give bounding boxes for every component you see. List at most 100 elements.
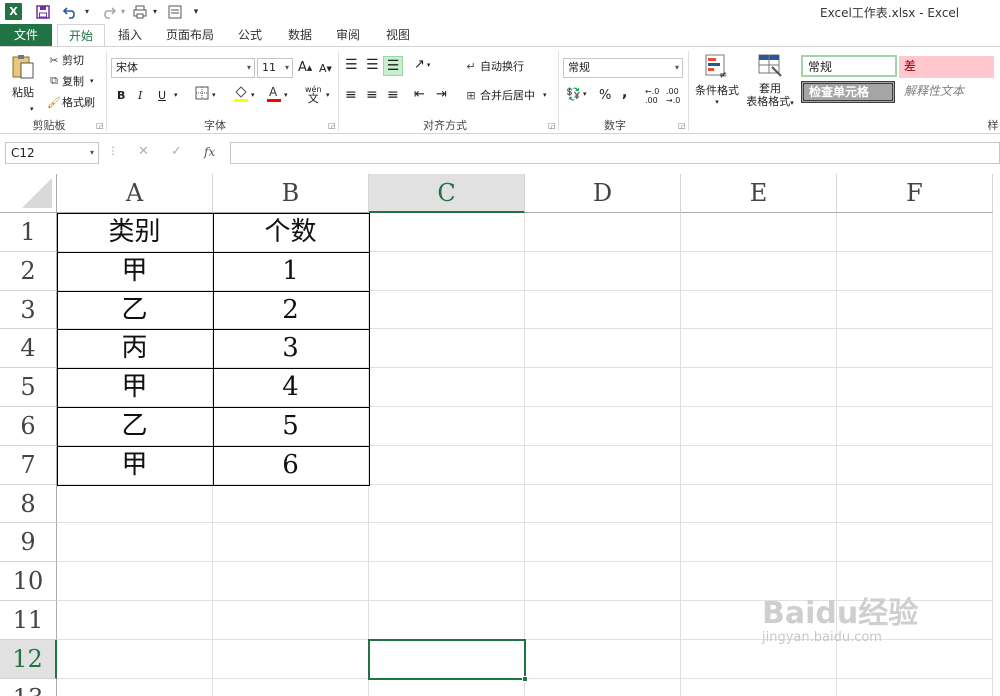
cell-c9[interactable] xyxy=(369,523,525,563)
cell-d8[interactable] xyxy=(525,484,681,524)
align-top-button[interactable]: ☰ xyxy=(345,57,358,73)
cell-f12[interactable] xyxy=(837,639,993,679)
number-launcher-icon[interactable]: ◲ xyxy=(678,121,686,130)
row-header-1[interactable]: 1 xyxy=(0,213,57,252)
select-all-button[interactable] xyxy=(0,174,57,213)
merge-center-button[interactable]: ⊞ 合并后居中 ▾ xyxy=(462,87,546,103)
tab-home[interactable]: 开始 xyxy=(57,24,105,46)
tab-insert[interactable]: 插入 xyxy=(110,24,150,46)
cell-f6[interactable] xyxy=(837,407,993,446)
alignment-launcher-icon[interactable]: ◲ xyxy=(548,121,556,130)
cell-e6[interactable] xyxy=(681,407,837,446)
cell-b12[interactable] xyxy=(213,639,369,679)
cell-e12[interactable] xyxy=(681,639,837,679)
grow-font-button[interactable]: A ▲ xyxy=(298,60,312,75)
cell-b9[interactable] xyxy=(213,523,369,563)
copy-dropdown-icon[interactable]: ▾ xyxy=(90,77,94,85)
cell-c3[interactable] xyxy=(369,290,525,330)
cell-d7[interactable] xyxy=(525,445,681,485)
cell-a9[interactable] xyxy=(57,523,213,563)
row-header-10[interactable]: 10 xyxy=(0,562,57,601)
row-header-13[interactable]: 13 xyxy=(0,678,57,696)
increase-decimal-button[interactable]: ←.0.00 xyxy=(645,87,659,105)
cell-d5[interactable] xyxy=(525,368,681,407)
cell-e5[interactable] xyxy=(681,368,837,407)
insert-function-button[interactable]: fx xyxy=(204,142,215,164)
paste-dropdown-icon[interactable]: ▾ xyxy=(30,105,34,113)
cell-d4[interactable] xyxy=(525,329,681,369)
number-format-dropdown[interactable]: 常规 ▾ xyxy=(563,58,683,78)
cell-e7[interactable] xyxy=(681,445,837,485)
font-color-button[interactable]: A ▾ xyxy=(266,84,288,105)
underline-dropdown-icon[interactable]: ▾ xyxy=(174,91,178,99)
style-bad[interactable]: 差 xyxy=(899,56,994,78)
cell-c2[interactable] xyxy=(369,251,525,291)
cell-c13[interactable] xyxy=(369,678,525,696)
tab-review[interactable]: 审阅 xyxy=(328,24,368,46)
row-header-11[interactable]: 11 xyxy=(0,601,57,640)
cell-c6[interactable] xyxy=(369,407,525,446)
row-header-12[interactable]: 12 xyxy=(0,639,57,679)
row-header-5[interactable]: 5 xyxy=(0,368,57,407)
cell-d1[interactable] xyxy=(525,213,681,252)
cell-d13[interactable] xyxy=(525,678,681,696)
style-normal[interactable]: 常规 xyxy=(801,55,897,77)
fill-handle[interactable] xyxy=(522,675,528,682)
print-preview-icon[interactable] xyxy=(130,3,152,20)
style-check-cell[interactable]: 检查单元格 xyxy=(801,81,895,103)
column-header-f[interactable]: F xyxy=(837,174,993,213)
bold-button[interactable]: B xyxy=(117,89,125,102)
align-left-button[interactable]: ≡ xyxy=(345,87,357,103)
cell-b13[interactable] xyxy=(213,678,369,696)
row-header-9[interactable]: 9 xyxy=(0,523,57,563)
format-painter-button[interactable]: 🖌 格式刷 xyxy=(46,94,95,110)
cell-c1[interactable] xyxy=(369,213,525,252)
cell-f2[interactable] xyxy=(837,251,993,291)
clipboard-launcher-icon[interactable]: ◲ xyxy=(96,121,104,130)
formula-input[interactable] xyxy=(230,142,1000,164)
name-box[interactable]: C12 ▾ xyxy=(5,142,99,164)
cell-a12[interactable] xyxy=(57,639,213,679)
cell-f7[interactable] xyxy=(837,445,993,485)
cell-f3[interactable] xyxy=(837,290,993,330)
cell-a6[interactable]: 乙 xyxy=(57,407,213,446)
font-size-dropdown[interactable]: 11 ▾ xyxy=(257,58,293,78)
align-center-button[interactable]: ≡ xyxy=(366,87,378,103)
cell-d9[interactable] xyxy=(525,523,681,563)
align-middle-button[interactable]: ☰ xyxy=(366,57,379,73)
cell-e4[interactable] xyxy=(681,329,837,369)
row-header-7[interactable]: 7 xyxy=(0,445,57,485)
phonetic-dropdown-icon[interactable]: ▾ xyxy=(326,91,330,99)
column-header-c[interactable]: C xyxy=(369,174,525,213)
cell-a7[interactable]: 甲 xyxy=(57,445,213,485)
cancel-icon[interactable]: ✕ xyxy=(138,142,149,164)
wrap-text-button[interactable]: ↵ 自动换行 xyxy=(462,58,524,74)
fill-color-button[interactable]: ▾ xyxy=(233,84,255,105)
cell-a2[interactable]: 甲 xyxy=(57,251,213,291)
cut-button[interactable]: ✂ 剪切 xyxy=(46,52,84,68)
cell-d6[interactable] xyxy=(525,407,681,446)
row-header-6[interactable]: 6 xyxy=(0,407,57,446)
font-launcher-icon[interactable]: ◲ xyxy=(328,121,336,130)
cell-a1[interactable]: 类别 xyxy=(57,213,213,252)
cell-e3[interactable] xyxy=(681,290,837,330)
orientation-button[interactable]: ↗ ▾ xyxy=(414,57,430,72)
column-header-b[interactable]: B xyxy=(213,174,369,213)
print-dropdown-icon[interactable]: ▾ xyxy=(150,3,160,20)
cell-b5[interactable]: 4 xyxy=(213,368,369,407)
cell-a4[interactable]: 丙 xyxy=(57,329,213,369)
form-icon[interactable] xyxy=(166,3,184,20)
percent-button[interactable]: % xyxy=(599,88,611,103)
cell-b7[interactable]: 6 xyxy=(213,445,369,485)
format-as-table-button[interactable]: 套用 表格格式▾ xyxy=(743,53,797,110)
tab-page-layout[interactable]: 页面布局 xyxy=(160,24,220,46)
cell-c8[interactable] xyxy=(369,484,525,524)
cell-b6[interactable]: 5 xyxy=(213,407,369,446)
cell-e9[interactable] xyxy=(681,523,837,563)
column-header-d[interactable]: D xyxy=(525,174,681,213)
decrease-indent-button[interactable]: ⇤ xyxy=(414,87,425,102)
shrink-font-button[interactable]: A ▼ xyxy=(319,62,332,75)
cell-a10[interactable] xyxy=(57,562,213,601)
phonetic-button[interactable]: wén 文 xyxy=(305,85,322,104)
cell-f1[interactable] xyxy=(837,213,993,252)
